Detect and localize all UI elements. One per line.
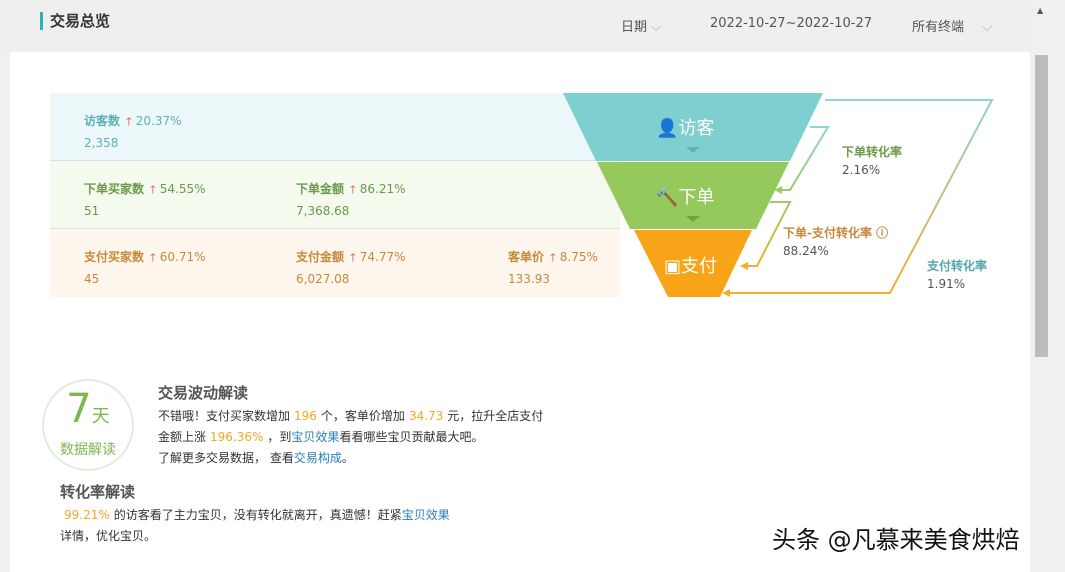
watermark: 头条 @凡慕来美食烘焙 [772, 526, 1020, 554]
seven-day-badge: 7天 数据解读 [42, 379, 134, 471]
funnel-chart [563, 93, 994, 297]
user-icon: 👤 [656, 118, 679, 139]
conversion-section: 转化率解读 99.21% 的访客看了主力宝贝，没有转化就离开，真遗憾！赶紧宝贝效果… [60, 483, 450, 543]
funnel-order-label: 🔨下单 [656, 187, 715, 208]
funnel-pay-label: ▣支付 [664, 256, 718, 277]
order-pay-rate: 下单-支付转化率 ⓘ 88.24% [783, 226, 889, 258]
help-icon[interactable]: ⓘ [876, 226, 888, 240]
item-effect-link[interactable]: 宝贝效果 [402, 508, 450, 522]
wallet-icon: ▣ [664, 256, 682, 277]
fluctuation-section: 交易波动解读 不错哦！支付买家数增加 196 个，客单价增加 34.73 元，拉升全店支… [158, 384, 544, 465]
item-effect-link[interactable]: 宝贝效果 [291, 430, 339, 444]
pay-rate: 支付转化率 1.91% [927, 259, 988, 291]
trade-composition-link[interactable]: 交易构成 [294, 451, 342, 465]
funnel-visit-label: 👤访客 [656, 118, 715, 139]
order-rate: 下单转化率 2.16% [842, 145, 903, 177]
hammer-icon: 🔨 [656, 187, 679, 208]
